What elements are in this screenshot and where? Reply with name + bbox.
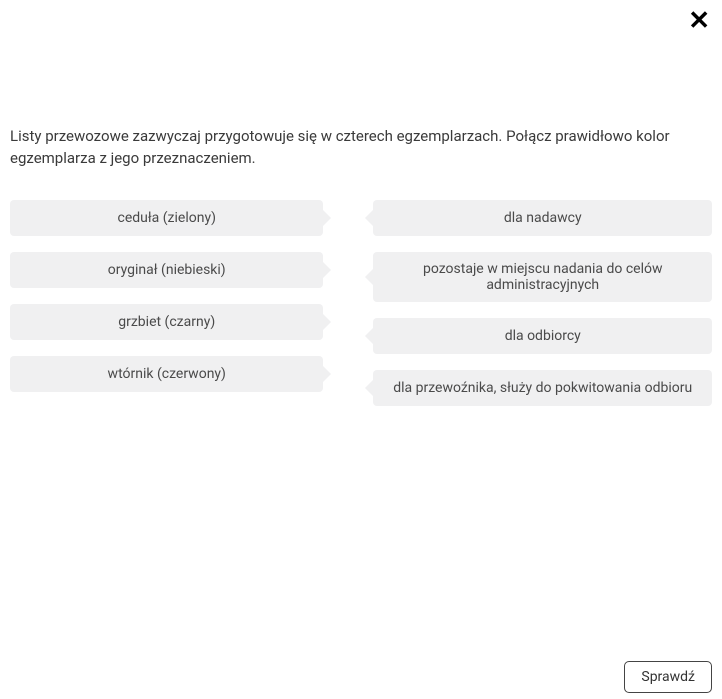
left-item-1[interactable]: oryginał (niebieski)	[10, 252, 323, 288]
check-button[interactable]: Sprawdź	[624, 661, 712, 693]
match-area: ceduła (zielony) oryginał (niebieski) gr…	[0, 170, 722, 406]
right-item-3[interactable]: dla przewoźnika, służy do pokwitowania o…	[373, 370, 712, 406]
right-item-label: dla nadawcy	[504, 210, 582, 226]
left-item-3[interactable]: wtórnik (czerwony)	[10, 356, 323, 392]
right-item-label: dla przewoźnika, służy do pokwitowania o…	[393, 380, 692, 396]
left-item-label: ceduła (zielony)	[118, 210, 216, 226]
left-item-label: wtórnik (czerwony)	[108, 366, 226, 382]
scroll-region[interactable]: Listy przewozowe zazwyczaj przygotowuje …	[0, 0, 722, 654]
right-item-label: dla odbiorcy	[505, 328, 581, 344]
right-column: dla nadawcy pozostaje w miejscu nadania …	[373, 200, 712, 406]
left-item-label: oryginał (niebieski)	[108, 262, 226, 278]
right-item-1[interactable]: pozostaje w miejscu nadania do celów adm…	[373, 252, 712, 302]
footer: Sprawdź	[0, 654, 722, 699]
left-item-label: grzbiet (czarny)	[118, 314, 215, 330]
right-item-2[interactable]: dla odbiorcy	[373, 318, 712, 354]
right-item-0[interactable]: dla nadawcy	[373, 200, 712, 236]
left-item-0[interactable]: ceduła (zielony)	[10, 200, 323, 236]
left-item-2[interactable]: grzbiet (czarny)	[10, 304, 323, 340]
left-column: ceduła (zielony) oryginał (niebieski) gr…	[10, 200, 323, 406]
question-text: Listy przewozowe zazwyczaj przygotowuje …	[0, 0, 722, 170]
right-item-label: pozostaje w miejscu nadania do celów adm…	[391, 261, 694, 293]
content-inner: Listy przewozowe zazwyczaj przygotowuje …	[0, 0, 722, 610]
